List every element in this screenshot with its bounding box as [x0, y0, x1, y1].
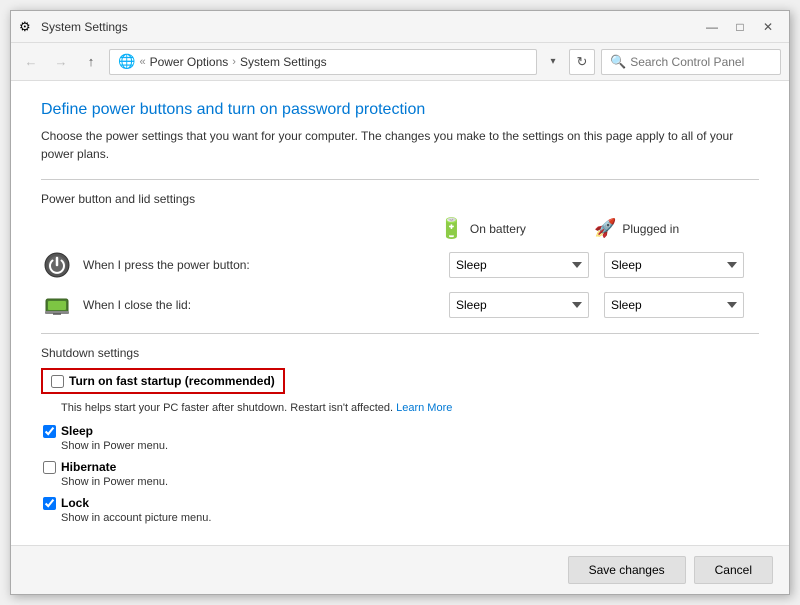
title-bar-left: ⚙ System Settings	[19, 19, 128, 35]
sleep-label[interactable]: Sleep	[61, 424, 93, 438]
globe-icon: 🌐	[118, 53, 135, 70]
shutdown-label: Shutdown settings	[41, 346, 759, 360]
divider-2	[41, 333, 759, 334]
power-button-pluggedin-select[interactable]: Sleep Do nothing Hibernate Shut down	[604, 252, 744, 278]
lock-checkbox-item: Lock	[43, 496, 759, 510]
fast-startup-box: Turn on fast startup (recommended)	[41, 368, 285, 394]
title-bar: ⚙ System Settings — □ ✕	[11, 11, 789, 43]
power-button-row: When I press the power button: Sleep Do …	[41, 249, 759, 281]
lid-row: When I close the lid: Sleep Do nothing H…	[41, 289, 759, 321]
window: ⚙ System Settings — □ ✕ ← → ↑ 🌐 « Power …	[10, 10, 790, 595]
address-path[interactable]: 🌐 « Power Options › System Settings	[109, 49, 537, 75]
col-header-battery: 🔋 On battery	[439, 216, 594, 241]
power-button-label-area: When I press the power button:	[41, 249, 449, 281]
fast-startup-label-wrap[interactable]: Turn on fast startup (recommended)	[51, 374, 275, 388]
sleep-checkbox[interactable]	[43, 425, 56, 438]
col-header-pluggedin: 🚀 Plugged in	[594, 216, 749, 241]
power-button-label: When I press the power button:	[83, 258, 250, 272]
rocket-icon: 🚀	[594, 218, 616, 239]
column-headers: 🔋 On battery 🚀 Plugged in	[41, 216, 759, 241]
minimize-button[interactable]: —	[699, 16, 725, 38]
lid-battery-select[interactable]: Sleep Do nothing Hibernate Shut down	[449, 292, 589, 318]
lock-label[interactable]: Lock	[61, 496, 89, 510]
search-input[interactable]	[630, 55, 772, 69]
lid-label-area: When I close the lid:	[41, 289, 449, 321]
breadcrumb-current: System Settings	[240, 55, 327, 69]
col-battery-label: On battery	[470, 222, 526, 236]
nav-up-button[interactable]: ↑	[79, 50, 103, 74]
address-dropdown-button[interactable]: ▾	[543, 50, 563, 74]
lock-description: Show in account picture menu.	[61, 512, 759, 524]
hibernate-checkbox[interactable]	[43, 461, 56, 474]
breadcrumb-separator-1: «	[139, 56, 145, 68]
page-title: Define power buttons and turn on passwor…	[41, 101, 759, 119]
lock-checkbox[interactable]	[43, 497, 56, 510]
col-pluggedin-label: Plugged in	[622, 222, 679, 236]
learn-more-link[interactable]: Learn More	[396, 402, 452, 414]
breadcrumb-parent[interactable]: Power Options	[150, 55, 229, 69]
title-bar-controls: — □ ✕	[699, 16, 781, 38]
address-bar: ← → ↑ 🌐 « Power Options › System Setting…	[11, 43, 789, 81]
fast-startup-description: This helps start your PC faster after sh…	[61, 402, 759, 414]
sleep-description: Show in Power menu.	[61, 440, 759, 452]
save-changes-button[interactable]: Save changes	[568, 556, 686, 584]
power-button-battery-select[interactable]: Sleep Do nothing Hibernate Shut down	[449, 252, 589, 278]
page-description: Choose the power settings that you want …	[41, 127, 759, 163]
nav-forward-button[interactable]: →	[49, 50, 73, 74]
close-button[interactable]: ✕	[755, 16, 781, 38]
maximize-button[interactable]: □	[727, 16, 753, 38]
fast-startup-checkbox[interactable]	[51, 375, 64, 388]
sleep-checkbox-item: Sleep	[43, 424, 759, 438]
hibernate-label[interactable]: Hibernate	[61, 460, 116, 474]
hibernate-checkbox-item: Hibernate	[43, 460, 759, 474]
window-title: System Settings	[41, 20, 128, 34]
breadcrumb-arrow: ›	[232, 56, 236, 68]
divider-1	[41, 179, 759, 180]
hibernate-description: Show in Power menu.	[61, 476, 759, 488]
cancel-button[interactable]: Cancel	[694, 556, 773, 584]
section1-label: Power button and lid settings	[41, 192, 759, 206]
window-icon: ⚙	[19, 19, 35, 35]
refresh-button[interactable]: ↻	[569, 49, 595, 75]
main-content: Define power buttons and turn on passwor…	[11, 81, 789, 545]
shutdown-section: Shutdown settings Turn on fast startup (…	[41, 346, 759, 524]
lid-pluggedin-select[interactable]: Sleep Do nothing Hibernate Shut down	[604, 292, 744, 318]
footer: Save changes Cancel	[11, 545, 789, 594]
fast-startup-label-text: Turn on fast startup (recommended)	[69, 374, 275, 388]
search-box[interactable]: 🔍	[601, 49, 781, 75]
lid-label: When I close the lid:	[83, 298, 191, 312]
lid-icon	[41, 289, 73, 321]
power-button-icon	[41, 249, 73, 281]
nav-back-button[interactable]: ←	[19, 50, 43, 74]
battery-icon: 🔋	[439, 216, 464, 241]
search-icon: 🔍	[610, 54, 626, 70]
fast-startup-container: Turn on fast startup (recommended)	[41, 368, 759, 398]
